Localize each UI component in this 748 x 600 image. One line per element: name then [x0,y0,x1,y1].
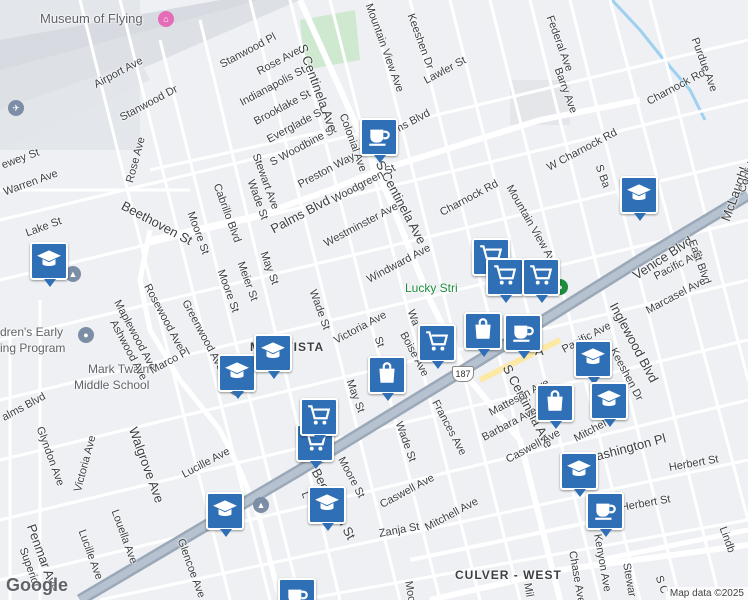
cafe-marker[interactable] [586,492,624,537]
store-marker[interactable] [522,258,560,303]
route-187-shield: 187 [452,366,474,382]
school-icon [224,358,250,389]
museum-icon[interactable]: ⌂ [158,11,174,27]
street-label: Mil [521,582,536,598]
school-marker[interactable] [254,334,292,379]
school-marker[interactable] [574,340,612,385]
cafe-marker[interactable] [504,314,542,359]
early-program-line2: ing Program [0,341,66,355]
school-icon [580,344,606,375]
cafe-marker[interactable] [278,578,316,600]
school-poi-icon-3[interactable]: ▲ [253,497,269,513]
coffee-cup-icon [592,496,618,527]
shopping-cart-icon [424,328,450,359]
school-icon [36,246,62,277]
coffee-cup-icon [510,318,536,349]
map-canvas[interactable]: Museum of Flying ⌂ MAR VISTA CULVER - WE… [0,0,748,600]
museum-of-flying-label[interactable]: Museum of Flying [40,11,143,26]
map-data-credit[interactable]: Map data ©2025 [665,587,748,600]
coffee-cup-icon [366,122,392,153]
school-marker[interactable] [308,486,346,531]
school-marker[interactable] [590,382,628,427]
shopping-bag-icon [542,388,568,419]
school-marker[interactable] [30,242,68,287]
airport-poi-icon[interactable]: ✈ [8,100,24,116]
school-icon [626,180,652,211]
lucky-strike-label[interactable]: Lucky Stri [405,281,458,295]
shopping-cart-icon [492,262,518,293]
shopping-cart-icon [528,262,554,293]
shop-marker[interactable] [368,356,406,401]
cafe-marker[interactable] [360,118,398,163]
coffee-cup-icon [284,582,310,600]
school-marker[interactable] [218,354,256,399]
shopping-cart-icon [306,402,332,433]
school-marker[interactable] [206,492,244,537]
culver-west-label: CULVER - WEST [455,568,562,582]
school-marker[interactable] [620,176,658,221]
school-icon [566,456,592,487]
store-marker[interactable] [300,398,338,443]
shopping-bag-icon [374,360,400,391]
program-poi-icon[interactable]: ● [78,327,94,343]
school-marker[interactable] [560,452,598,497]
shop-marker[interactable] [536,384,574,429]
shopping-bag-icon [470,316,496,347]
school-icon [212,496,238,527]
store-marker[interactable] [418,324,456,369]
shop-marker[interactable] [464,312,502,357]
store-marker[interactable] [486,258,524,303]
school-icon [314,490,340,521]
early-program-line1: dren's Early [0,325,63,339]
school-icon [596,386,622,417]
school-icon [260,338,286,369]
google-logo[interactable]: Google [6,575,68,596]
